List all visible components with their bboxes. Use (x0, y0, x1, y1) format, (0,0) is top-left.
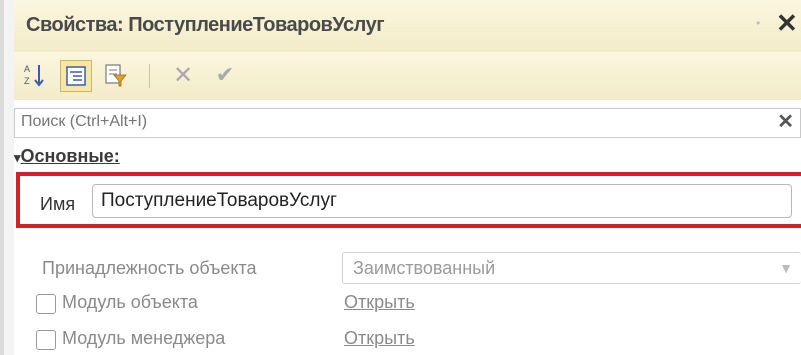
owner-label: Принадлежность объекта (42, 258, 257, 278)
window-title: Свойства: ПоступлениеТоваровУслуг (26, 14, 385, 36)
close-icon[interactable]: ✕ (776, 8, 798, 39)
name-field[interactable] (92, 184, 792, 218)
owner-select[interactable]: Заимствованный ▼ (342, 252, 801, 284)
name-row-highlight: Имя (16, 172, 801, 228)
toolbar-separator (149, 64, 150, 88)
delete-button[interactable]: ✕ (168, 60, 198, 90)
module-object-label: Модуль объекта (62, 292, 198, 312)
clear-search-icon[interactable]: ✕ (777, 109, 794, 134)
categories-button[interactable] (60, 60, 92, 92)
toolbar: A Z ✕ ✔ (14, 52, 801, 100)
pin-icon[interactable]: • (756, 16, 760, 30)
svg-text:A: A (24, 64, 30, 74)
sort-alphabet-button[interactable]: A Z (20, 60, 50, 90)
name-label: Имя (40, 194, 76, 214)
categories-icon (66, 66, 86, 86)
window-left-gutter (4, 0, 14, 355)
group-main-label: Основные: (20, 146, 120, 166)
module-manager-label: Модуль менеджера (62, 328, 226, 348)
search-input[interactable] (15, 109, 767, 135)
sort-alphabet-icon: A Z (24, 64, 44, 87)
dropdown-arrow-icon[interactable]: ▼ (779, 260, 793, 276)
module-object-checkbox[interactable] (36, 294, 56, 314)
filter-icon (105, 64, 127, 87)
module-object-open-link[interactable]: Открыть (344, 292, 415, 313)
module-manager-open-link[interactable]: Открыть (344, 328, 415, 349)
search-box: ✕ (14, 108, 801, 138)
svg-text:Z: Z (24, 76, 30, 86)
module-manager-checkbox[interactable] (36, 330, 56, 350)
title-bar: Свойства: ПоступлениеТоваровУслуг • ✕ (14, 0, 801, 53)
group-main-header[interactable]: ▾Основные: (14, 146, 120, 172)
filter-button[interactable] (100, 60, 130, 90)
confirm-button[interactable]: ✔ (210, 60, 240, 90)
owner-value: Заимствованный (353, 258, 496, 278)
